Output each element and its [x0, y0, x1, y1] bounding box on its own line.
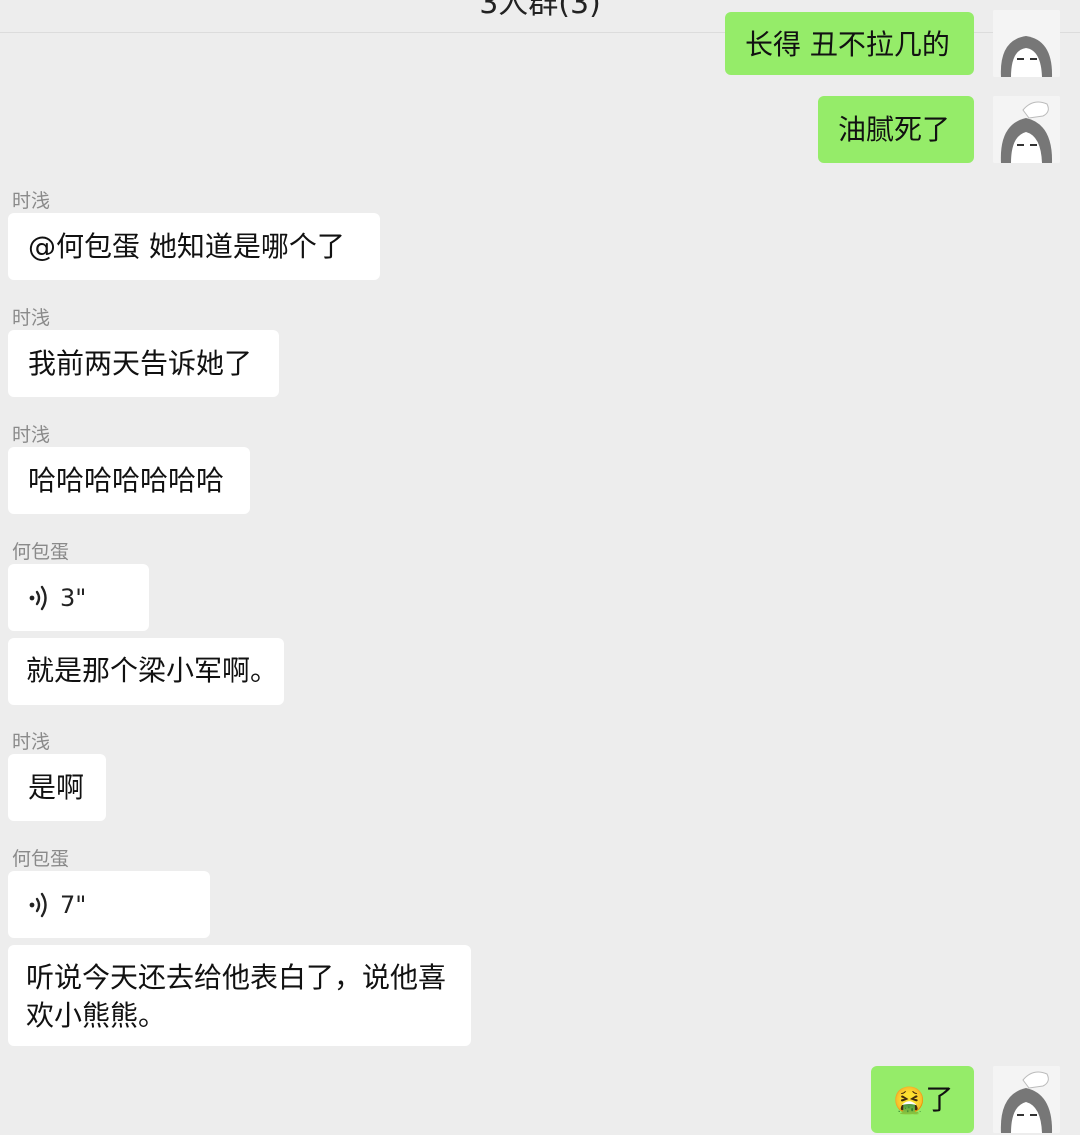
message-text: 是啊: [28, 771, 85, 804]
sender-name: 时浅: [12, 307, 51, 329]
sender-name: 时浅: [12, 731, 51, 753]
message-text: 油腻死了: [838, 113, 951, 146]
message-bubble-in[interactable]: 就是那个梁小军啊。: [8, 638, 284, 705]
message-bubble-in[interactable]: @何包蛋 她知道是哪个了: [8, 213, 380, 280]
avatar[interactable]: [993, 1066, 1060, 1133]
message-text: 听说今天还去给他表白了，说他喜欢小熊熊。: [26, 961, 447, 1032]
message-bubble-in[interactable]: 哈哈哈哈哈哈哈: [8, 447, 250, 514]
message-text: 就是那个梁小军啊。: [26, 654, 279, 687]
message-text: 我前两天告诉她了: [28, 347, 253, 380]
message-text: 了: [925, 1083, 954, 1116]
sender-name: 时浅: [12, 424, 51, 446]
voice-duration: 7": [60, 890, 87, 919]
avatar[interactable]: [993, 96, 1060, 163]
avatar-icon: [993, 1066, 1060, 1133]
avatar-icon: [993, 10, 1060, 77]
avatar-icon: [993, 96, 1060, 163]
voice-message-bubble[interactable]: 3": [8, 564, 149, 631]
message-text: 哈哈哈哈哈哈哈: [28, 464, 225, 497]
message-bubble-out[interactable]: 🤮了: [871, 1066, 974, 1133]
vomit-emoji-icon: 🤮: [893, 1086, 926, 1116]
message-text: @何包蛋 她知道是哪个了: [28, 230, 345, 263]
sender-name: 何包蛋: [12, 541, 70, 563]
message-bubble-in[interactable]: 我前两天告诉她了: [8, 330, 279, 397]
message-bubble-in[interactable]: 是啊: [8, 754, 106, 821]
sender-name: 何包蛋: [12, 848, 70, 870]
voice-message-bubble[interactable]: 7": [8, 871, 210, 938]
avatar[interactable]: [993, 10, 1060, 77]
voice-wave-icon: [29, 585, 47, 610]
sender-name: 时浅: [12, 190, 51, 212]
message-bubble-in[interactable]: 听说今天还去给他表白了，说他喜欢小熊熊。: [8, 945, 471, 1046]
message-text: 长得 丑不拉几的: [745, 28, 950, 61]
message-bubble-out[interactable]: 长得 丑不拉几的: [725, 12, 974, 75]
voice-wave-icon: [29, 892, 47, 917]
message-bubble-out[interactable]: 油腻死了: [818, 96, 974, 163]
voice-duration: 3": [60, 583, 87, 612]
